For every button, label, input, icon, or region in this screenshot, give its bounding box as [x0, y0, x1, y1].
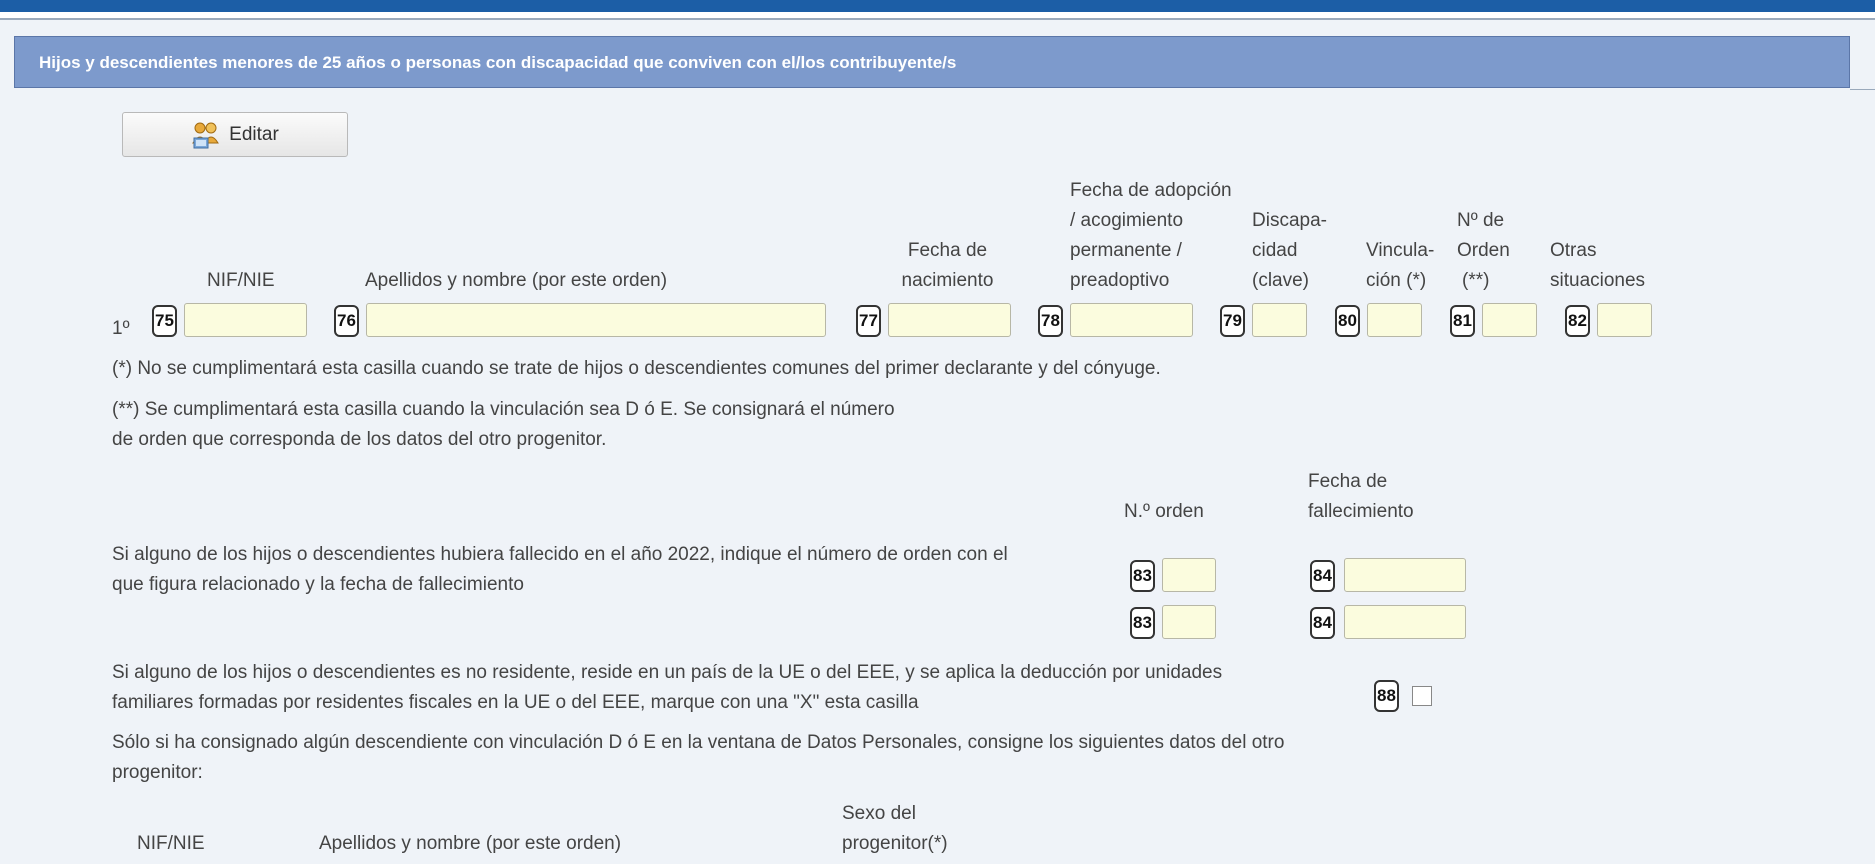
box-number-79: 79: [1220, 305, 1245, 337]
other-parent-nif-header: NIF/NIE: [137, 833, 205, 854]
column-header-disability-2: cidad: [1252, 240, 1298, 261]
column-header-disability-3: (clave): [1252, 270, 1310, 291]
deceased-order-input[interactable]: [1162, 605, 1216, 639]
column-header-adoption-3: permanente /: [1070, 240, 1182, 261]
box-number-83: 83: [1130, 607, 1155, 639]
other-parent-sex-header-2: progenitor(*): [842, 833, 948, 854]
box-number-75: 75: [152, 305, 177, 337]
deceased-date-header-1: Fecha de: [1308, 471, 1388, 492]
birth-date-input[interactable]: [888, 303, 1011, 337]
deceased-order-header: N.º orden: [1124, 501, 1204, 522]
nonresident-text-line-1: Si alguno de los hijos o descendientes e…: [112, 662, 1223, 683]
column-header-other-2: situaciones: [1550, 270, 1646, 291]
other-situations-input[interactable]: [1597, 303, 1652, 337]
nif-input[interactable]: [184, 303, 307, 337]
other-parent-sex-header-1: Sexo del: [842, 803, 916, 824]
column-header-name: Apellidos y nombre (por este orden): [365, 270, 668, 291]
other-parent-name-header: Apellidos y nombre (por este orden): [319, 833, 622, 854]
deceased-text-line-1: Si alguno de los hijos o descendientes h…: [112, 544, 1008, 565]
box-number-78: 78: [1038, 305, 1063, 337]
note-2-line-2: de orden que corresponda de los datos de…: [112, 429, 607, 450]
section-header: Hijos y descendientes menores de 25 años…: [14, 36, 1850, 88]
other-parent-text-line-1: Sólo si ha consignado algún descendiente…: [112, 732, 1285, 753]
column-header-order-2: Orden: [1457, 240, 1510, 261]
box-number-82: 82: [1565, 305, 1590, 337]
column-header-link-1: Vincula-: [1366, 240, 1435, 261]
adoption-date-input[interactable]: [1070, 303, 1193, 337]
note-2-line-1: (**) Se cumplimentará esta casilla cuand…: [112, 399, 895, 420]
nonresident-checkbox[interactable]: [1412, 686, 1432, 706]
box-number-76: 76: [334, 305, 359, 337]
column-header-birth-2: nacimiento: [901, 270, 994, 291]
divider: [1850, 89, 1875, 90]
top-bar: [0, 0, 1875, 12]
deceased-text-line-2: que figura relacionado y la fecha de fal…: [112, 574, 524, 595]
other-parent-text-line-2: progenitor:: [112, 762, 203, 783]
note-1: (*) No se cumplimentará esta casilla cua…: [112, 358, 1161, 379]
deceased-date-input[interactable]: [1344, 558, 1466, 592]
box-number-83: 83: [1130, 560, 1155, 592]
column-header-nif: NIF/NIE: [207, 270, 275, 291]
box-number-81: 81: [1450, 305, 1475, 337]
people-edit-icon: [191, 121, 221, 149]
top-bar-stripe: [0, 12, 1875, 20]
box-number-88: 88: [1374, 680, 1399, 712]
row-label: 1º: [112, 318, 130, 339]
deceased-order-input[interactable]: [1162, 558, 1216, 592]
edit-button-label: Editar: [229, 123, 279, 145]
column-header-adoption-2: / acogimiento: [1070, 210, 1184, 231]
box-number-84: 84: [1310, 560, 1335, 592]
edit-button[interactable]: Editar: [122, 112, 348, 157]
box-number-77: 77: [856, 305, 881, 337]
nonresident-text-line-2: familiares formadas por residentes fisca…: [112, 692, 919, 713]
box-number-80: 80: [1335, 305, 1360, 337]
column-header-order-3: (**): [1462, 270, 1490, 291]
link-input[interactable]: [1367, 303, 1422, 337]
deceased-date-header-2: fallecimiento: [1308, 501, 1414, 522]
column-header-adoption-1: Fecha de adopción: [1070, 180, 1232, 201]
column-header-link-2: ción (*): [1366, 270, 1427, 291]
column-header-other-1: Otras: [1550, 240, 1597, 261]
disability-input[interactable]: [1252, 303, 1307, 337]
box-number-84: 84: [1310, 607, 1335, 639]
column-header-adoption-4: preadoptivo: [1070, 270, 1170, 291]
name-input[interactable]: [366, 303, 826, 337]
column-header-disability-1: Discapa-: [1252, 210, 1327, 231]
deceased-date-input[interactable]: [1344, 605, 1466, 639]
column-header-order-1: Nº de: [1457, 210, 1505, 231]
column-header-birth-1: Fecha de: [907, 240, 988, 261]
order-input[interactable]: [1482, 303, 1537, 337]
